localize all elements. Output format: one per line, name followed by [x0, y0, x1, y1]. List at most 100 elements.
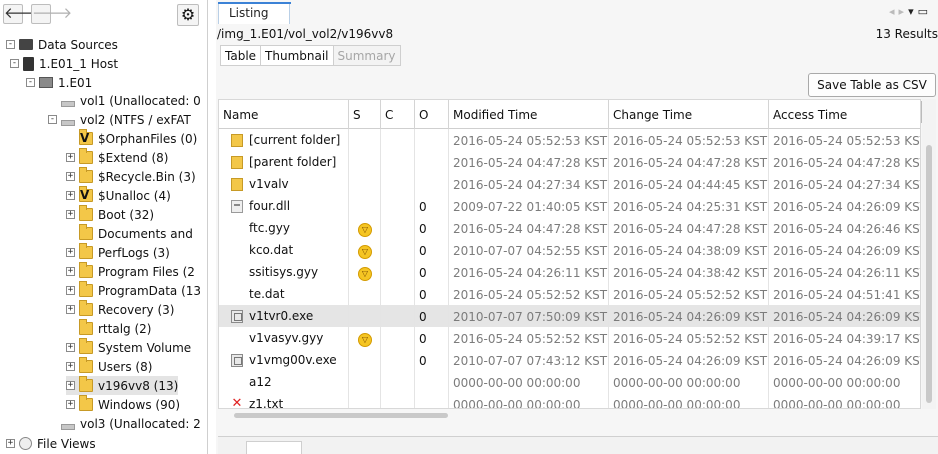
- expand-icon[interactable]: +: [66, 400, 75, 409]
- tree-node[interactable]: - 1.E01_1 Host: [10, 54, 118, 73]
- cell-o: 0: [415, 349, 449, 371]
- file-name: a12: [249, 375, 272, 389]
- tree-node[interactable]: + System Volume: [66, 338, 191, 357]
- cell-access: 0000-00-00 00:00:00: [769, 371, 920, 393]
- tree-node[interactable]: Documents and: [66, 224, 193, 243]
- cell-score: ▽: [349, 239, 381, 261]
- collapse-icon[interactable]: -: [10, 59, 19, 68]
- cell-access: 2016-05-24 04:26:09 KST: [769, 239, 920, 261]
- table-row[interactable]: [current folder] 2016-05-24 05:52:53 KST 2…: [219, 129, 920, 151]
- expand-icon[interactable]: +: [66, 267, 75, 276]
- tree-node[interactable]: + ProgramData (13: [66, 281, 200, 300]
- expand-icon[interactable]: +: [6, 439, 15, 448]
- tree-node[interactable]: + Recovery (3): [66, 300, 174, 319]
- folder-icon: [79, 357, 93, 373]
- exe-icon: [231, 309, 243, 323]
- collapse-icon[interactable]: -: [6, 40, 15, 49]
- expand-icon[interactable]: +: [66, 286, 75, 295]
- cell-access: 2016-05-24 04:26:11 KST: [769, 261, 920, 283]
- column-header-c[interactable]: C: [381, 100, 415, 129]
- expand-icon[interactable]: +: [66, 343, 75, 352]
- vertical-scrollbar[interactable]: [922, 99, 936, 409]
- tree-node-label: $OrphanFiles (0): [98, 131, 198, 146]
- maximize-icon[interactable]: ▭: [918, 5, 932, 18]
- table-row[interactable]: te.dat 0 2016-05-24 05:52:52 KST 2016-05-24…: [219, 283, 920, 305]
- table-row[interactable]: four.dll 0 2009-07-22 01:40:05 KST 2016-05-…: [219, 195, 920, 217]
- horizontal-scrollbar[interactable]: [218, 409, 921, 421]
- table-row[interactable]: v1vmg00v.exe 0 2010-07-07 07:43:12 KST 2016…: [219, 349, 920, 371]
- expand-icon[interactable]: +: [66, 248, 75, 257]
- expand-icon[interactable]: +: [66, 191, 75, 200]
- tab-table[interactable]: Table: [220, 45, 262, 66]
- tree-node[interactable]: - vol2 (NTFS / exFAT: [48, 110, 191, 129]
- tree-node[interactable]: + $Extend (8): [66, 148, 168, 167]
- column-header-access[interactable]: Access Time: [769, 100, 920, 129]
- expand-icon[interactable]: +: [66, 381, 75, 390]
- cell-score: [349, 151, 381, 173]
- collapse-icon[interactable]: -: [26, 78, 35, 87]
- column-header-modified[interactable]: Modified Time: [449, 100, 609, 129]
- back-arrow-icon[interactable]: 🡐: [3, 4, 44, 24]
- expand-icon[interactable]: +: [66, 362, 75, 371]
- column-header-o[interactable]: O: [415, 100, 449, 129]
- file-name: v1vmg00v.exe: [249, 353, 337, 367]
- bottom-tab-bar: [218, 436, 938, 454]
- tree-node-label: Users (8): [98, 359, 153, 374]
- cell-change: 2016-05-24 04:26:09 KST: [609, 305, 769, 327]
- table-row[interactable]: v1valv 2016-05-24 04:27:34 KST 2016-05-24 …: [219, 173, 920, 195]
- forward-arrow-icon[interactable]: 🡒: [31, 4, 72, 24]
- tree-node[interactable]: V $OrphanFiles (0): [66, 129, 197, 148]
- tree-node[interactable]: rttalg (2): [66, 319, 151, 338]
- tree-node[interactable]: + Windows (90): [66, 395, 180, 414]
- tree-node[interactable]: - 1.E01: [26, 73, 92, 92]
- expand-icon[interactable]: +: [66, 210, 75, 219]
- notable-warning-icon: ▽: [358, 267, 372, 281]
- tree-node[interactable]: + V $Unalloc (4): [66, 186, 171, 205]
- left-chevron-icon[interactable]: ◂: [889, 5, 899, 18]
- tree-node-label: Program Files (2: [98, 264, 195, 279]
- tree-node[interactable]: + File Views: [6, 434, 96, 453]
- table-row[interactable]: ftc.gyy ▽ 0 2016-05-24 04:47:28 KST 2016-05-…: [219, 217, 920, 239]
- folder-icon: [79, 376, 93, 392]
- folder-icon: [79, 300, 93, 316]
- tab-thumbnail[interactable]: Thumbnail: [260, 45, 334, 66]
- expand-icon[interactable]: +: [66, 172, 75, 181]
- table-row[interactable]: v1tvr0.exe 0 2010-07-07 07:50:09 KST 2016-0…: [219, 305, 920, 327]
- tree-node[interactable]: + $Recycle.Bin (3): [66, 167, 196, 186]
- table-row[interactable]: [parent folder] 2016-05-24 04:47:28 KST 20…: [219, 151, 920, 173]
- column-header-s[interactable]: S: [349, 100, 381, 129]
- dropdown-arrow-icon[interactable]: ▾: [908, 5, 918, 18]
- gear-icon[interactable]: ⚙: [177, 4, 199, 26]
- tree-node[interactable]: + v196vv8 (13): [66, 376, 179, 395]
- scroll-thumb[interactable]: [926, 145, 932, 403]
- cell-change: 2016-05-24 05:52:53 KST: [609, 129, 769, 151]
- tree-node[interactable]: + Program Files (2: [66, 262, 195, 281]
- table-row[interactable]: v1vasyv.gyy ▽ 0 2016-05-24 05:52:52 KST 2016…: [219, 327, 920, 349]
- tab-summary[interactable]: Summary: [332, 45, 401, 66]
- tree-node[interactable]: - Data Sources: [6, 35, 118, 54]
- table-row[interactable]: a12 0000-00-00 00:00:00 0000-00-00 00:00:0…: [219, 371, 920, 393]
- save-table-csv-button[interactable]: Save Table as CSV: [808, 73, 936, 97]
- column-header-name[interactable]: Name: [219, 100, 349, 129]
- expand-icon[interactable]: +: [66, 153, 75, 162]
- collapse-icon[interactable]: -: [48, 115, 57, 124]
- tree-node[interactable]: + Boot (32): [66, 205, 154, 224]
- cell-c: [381, 261, 415, 283]
- column-header-change[interactable]: Change Time: [609, 100, 769, 129]
- cell-o: 0: [415, 261, 449, 283]
- cell-modified: 2010-07-07 07:43:12 KST: [449, 349, 609, 371]
- cell-score: [349, 283, 381, 305]
- tab-listing[interactable]: Listing: [218, 2, 291, 24]
- expand-icon[interactable]: +: [66, 305, 75, 314]
- table-row[interactable]: ssitisys.gyy ▽ 0 2016-05-24 04:26:11 KST 201…: [219, 261, 920, 283]
- table-row[interactable]: ✕ z1.txt 0000-00-00 00:00:00 0000-00-00 00:…: [219, 393, 920, 408]
- table-row[interactable]: kco.dat ▽ 0 2010-07-07 04:52:55 KST 2016-05-…: [219, 239, 920, 261]
- tree-node[interactable]: + PerfLogs (3): [66, 243, 170, 262]
- tree-node[interactable]: vol3 (Unallocated: 2: [48, 414, 200, 433]
- tree-node[interactable]: vol1 (Unallocated: 0: [48, 91, 200, 110]
- bottom-tab[interactable]: [246, 441, 302, 454]
- tree-node-label: vol1 (Unallocated: 0: [80, 93, 200, 108]
- tree-node[interactable]: + Users (8): [66, 357, 152, 376]
- right-chevron-icon[interactable]: ▸: [899, 5, 909, 18]
- scroll-thumb[interactable]: [234, 413, 448, 418]
